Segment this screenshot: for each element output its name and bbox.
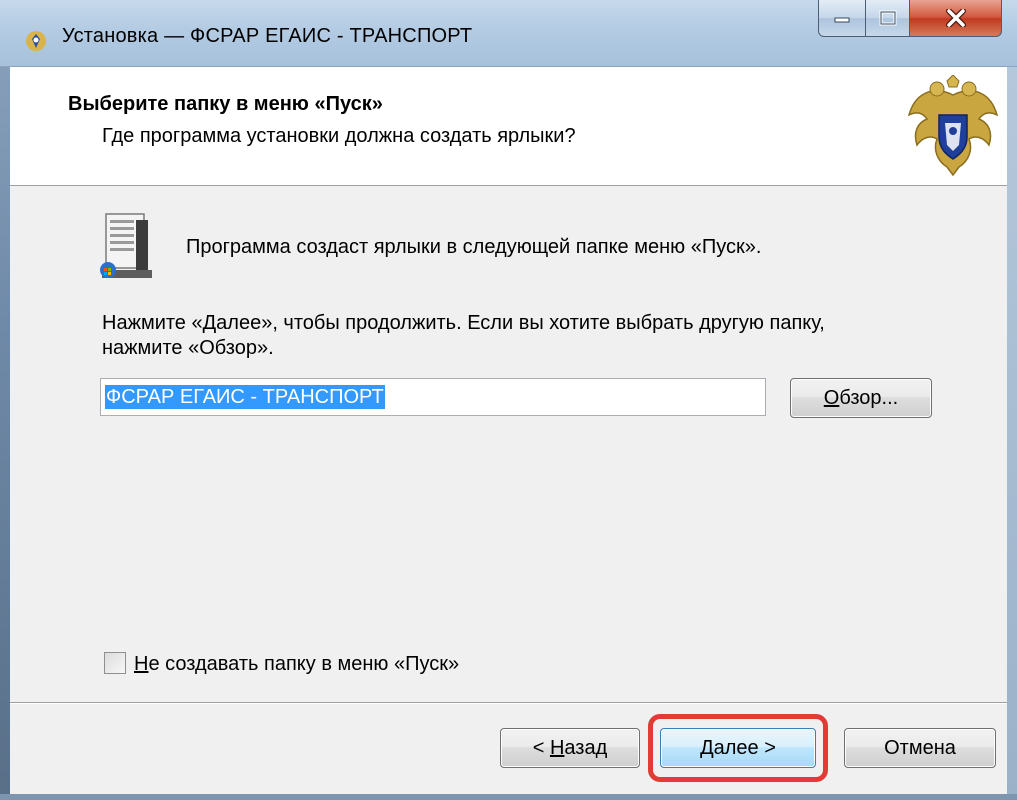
window-frame-bottom [0,794,1017,800]
instruction-text-line1: Нажмите «Далее», чтобы продолжить. Если … [102,312,825,334]
page-subtitle: Где программа установки должна создать я… [102,125,576,147]
close-icon [945,9,966,27]
start-menu-folder-input[interactable]: ФСРАР ЕГАИС - ТРАНСПОРТ [100,378,766,416]
checkbox-hotkey: Н [134,653,149,675]
back-hotkey: Н [549,736,565,759]
browse-label: бзор... [839,386,899,409]
page-title: Выберите папку в меню «Пуск» [68,93,383,115]
minimize-button[interactable] [818,0,866,37]
browse-button[interactable]: Обзор... [790,378,932,418]
checkbox-label-text: е создавать папку в меню «Пуск» [148,653,460,675]
footer-divider [10,702,1007,704]
maximize-button[interactable] [866,0,910,37]
folder-input-value: ФСРАР ЕГАИС - ТРАНСПОРТ [105,385,385,409]
window-frame-right [1007,0,1017,800]
cancel-button[interactable]: Отмена [844,728,996,768]
title-bar[interactable]: Установка — ФСРАР ЕГАИС - ТРАНСПОРТ [0,0,1017,67]
minimize-icon [834,17,850,23]
maximize-icon [879,10,896,26]
app-emblem-icon [24,29,48,53]
wizard-header: Выберите папку в меню «Пуск» Где програм… [10,67,1007,186]
cancel-label: Отмена [884,736,956,759]
double-headed-eagle-emblem-icon [907,75,999,177]
next-button-highlight [648,714,828,782]
info-text: Программа создаст ярлыки в следующей пап… [186,236,762,258]
browse-hotkey: О [823,386,840,409]
back-prefix: < [532,736,550,759]
no-start-menu-folder-checkbox[interactable] [104,652,126,674]
back-button[interactable]: < Назад [500,728,640,768]
window-title: Установка — ФСРАР ЕГАИС - ТРАНСПОРТ [62,25,473,47]
close-button[interactable] [910,0,1002,37]
start-menu-folder-icon [100,213,152,278]
no-start-menu-folder-label[interactable]: Не создавать папку в меню «Пуск» [134,653,459,676]
instruction-text-line2: нажмите «Обзор». [102,337,274,359]
window-frame-left [0,0,10,800]
back-label: азад [564,736,608,759]
caption-buttons [818,0,1016,38]
